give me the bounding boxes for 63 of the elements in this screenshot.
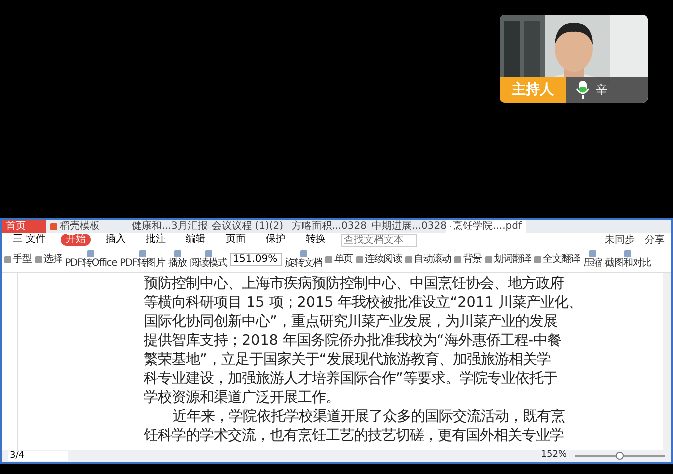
role-badge: 主持人: [500, 77, 566, 103]
toolbar-button[interactable]: PDF转图片: [120, 250, 166, 269]
menu-tab[interactable]: 页面: [221, 234, 252, 246]
text-line: 等横向科研项目 15 项；2015 年我校被批准设立“2011 川菜产业化、: [144, 294, 584, 313]
page-icon: [624, 250, 632, 258]
tab[interactable]: 方略面积...0328: [286, 220, 366, 233]
page-icon: [174, 250, 182, 258]
menu-tab[interactable]: 保护: [261, 234, 292, 246]
sync-label[interactable]: 未同步: [605, 232, 635, 248]
toolbar-button[interactable]: 选择: [34, 254, 62, 264]
page-icon: [534, 256, 542, 264]
menu-tab[interactable]: 插入: [101, 234, 132, 246]
text-line: 近年来，学院依托学校渠道开展了众多的国际交流活动，既有烹: [172, 408, 566, 427]
menu-tab[interactable]: 转换: [301, 234, 332, 246]
toolbar-button[interactable]: 自动滚动: [405, 254, 452, 264]
tab[interactable]: 稻壳模板: [46, 220, 126, 233]
participant-name: 辛: [596, 82, 608, 99]
toolbar-button[interactable]: 压缩: [583, 250, 602, 269]
text-line: 预防控制中心、上海市疾病预防控制中心、中国烹饪协会、地方政府: [144, 275, 565, 294]
menu-tab[interactable]: 编辑: [181, 234, 212, 246]
toolbar-button[interactable]: PDF转Office: [65, 250, 118, 269]
page-icon: [405, 256, 414, 264]
toolbar-button[interactable]: 旋转文档: [285, 250, 322, 269]
slider-thumb[interactable]: [616, 452, 624, 460]
page-icon: [300, 250, 308, 258]
page-icon: [87, 250, 96, 258]
toolbar-button[interactable]: 截图和对比: [605, 250, 652, 269]
page-icon: [138, 250, 147, 258]
page-icon: [356, 256, 364, 264]
page-icon: [454, 256, 462, 264]
tab[interactable]: 烹饪学院....pdf: [446, 220, 526, 233]
zoom-field[interactable]: 151.09%: [230, 253, 282, 266]
toolbar-button[interactable]: 播放: [168, 250, 187, 269]
page-icon: [204, 250, 213, 258]
menu-tab[interactable]: 批注: [141, 234, 172, 246]
toolbar-button[interactable]: 背景: [454, 254, 482, 264]
toolbar-button[interactable]: 单页: [325, 254, 353, 264]
text-line: 繁荣基地”，立足于国家关于“发展现代旅游教育、加强旅游相关学: [144, 351, 552, 370]
scrollbar[interactable]: [663, 273, 671, 450]
text-line: 学校资源和渠道广泛开展工作。: [144, 389, 341, 408]
text-line: 国际化协同创新中心”，重点研究川菜产业发展，为川菜产业的发展: [144, 313, 558, 332]
menu-tab[interactable]: 三 文件: [8, 234, 52, 246]
zoom-label: 152%: [541, 449, 567, 462]
toolbar-button[interactable]: 手型: [4, 254, 32, 264]
toolbar-button[interactable]: 连续阅读: [356, 254, 402, 264]
page-icon: [4, 256, 12, 264]
sync-label[interactable]: 分享: [645, 232, 665, 248]
text-line: 科专业建设，加强旅游人才培养国际合作”等要求。学院专业依托于: [144, 370, 558, 389]
text-line: 提供智库支持；2018 年国务院侨办批准我校为“海外惠侨工程-中餐: [144, 332, 562, 351]
page-icon: [484, 256, 493, 264]
page-icon: [588, 250, 597, 258]
tab[interactable]: 健康和...3月汇报: [126, 220, 206, 233]
tab[interactable]: 会议议程 (1)(2): [206, 220, 286, 233]
text-line: 饪科学的学术交流，也有烹饪工艺的技艺切磋，更有国外相关专业学: [144, 427, 565, 446]
toolbar-button[interactable]: 全文翻译: [534, 254, 580, 264]
menu-tab[interactable]: 开始: [61, 234, 92, 246]
page-icon: [34, 256, 43, 264]
page-field[interactable]: 3/4: [8, 451, 68, 461]
tab[interactable]: 中期进展...0328: [366, 220, 446, 233]
tab[interactable]: 首页: [2, 220, 46, 233]
page-icon: [325, 256, 334, 264]
toolbar-button[interactable]: 阅读模式: [190, 250, 228, 269]
toolbar-button[interactable]: 划词翻译: [484, 254, 532, 264]
